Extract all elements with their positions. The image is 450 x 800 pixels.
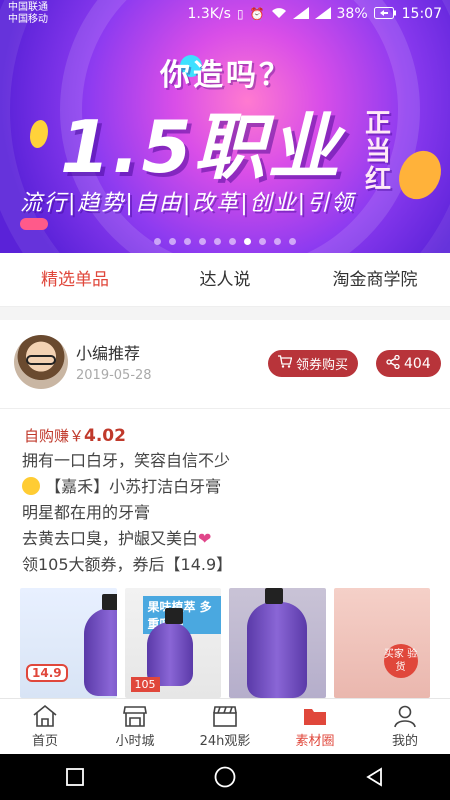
folder-icon [302, 704, 328, 728]
cart-icon [278, 355, 293, 372]
carousel-dot[interactable] [214, 238, 221, 245]
recents-button[interactable] [55, 757, 95, 797]
signal-icon [292, 6, 309, 22]
nav-material-circle[interactable]: 素材圈 [270, 699, 360, 754]
status-bar: 中国联通 中国移动 1.3K/s ▯ ⏰ 38% 15:07 [0, 0, 450, 30]
price-tag: 105 [130, 677, 160, 692]
promo-banner[interactable]: 你造吗？ 1.5职业 正当红 流行|趋势|自由|改革|创业|引领 [0, 0, 450, 253]
carousel-dot[interactable] [184, 238, 191, 245]
alarm-icon: ⏰ [249, 7, 265, 21]
banner-tags: 流行|趋势|自由|改革|创业|引领 [20, 191, 356, 216]
nav-profile[interactable]: 我的 [360, 699, 450, 754]
carousel-dots [0, 238, 450, 245]
nav-label: 素材圈 [295, 734, 335, 749]
buyer-inspection-badge: 买家 验货 [383, 644, 418, 678]
tab-influencer-talk[interactable]: 达人说 [150, 253, 300, 306]
price-badge: 14.9 [26, 664, 68, 682]
coupon-buy-button[interactable]: 领券购买 [268, 350, 359, 377]
toothpaste-bottle [84, 594, 117, 696]
nav-label: 首页 [31, 734, 58, 749]
carrier-info: 中国联通 中国移动 [8, 2, 48, 26]
avatar[interactable] [14, 335, 68, 389]
carrier-2: 中国移动 [8, 14, 48, 25]
carousel-dot[interactable] [274, 238, 281, 245]
shop-icon [122, 704, 148, 728]
clock: 15:07 [401, 6, 442, 22]
carrier-1: 中国联通 [8, 2, 48, 13]
description-line-with-heart: 去黄去口臭，护龈又美白❤ [22, 526, 232, 552]
back-button[interactable] [355, 757, 395, 797]
avatar-glasses [26, 355, 56, 365]
earnings-label: 自购赚￥ [24, 427, 85, 445]
category-tabs: 精选单品 达人说 淘金商学院 [0, 253, 450, 307]
status-indicators: 1.3K/s ▯ ⏰ 38% 15:07 [187, 6, 442, 22]
description-line: 明星都在用的牙膏 [22, 503, 151, 522]
nav-label: 小时城 [115, 734, 155, 749]
carousel-dot[interactable] [259, 238, 266, 245]
post-card: 小编推荐 2019-05-28 领券购买 404 自购赚￥4.02 拥有一口白牙… [0, 320, 450, 698]
description-line: 领105大额券，券后【14.9】 [22, 555, 233, 574]
tab-selected-items[interactable]: 精选单品 [0, 253, 150, 306]
heart-icon: ❤ [198, 529, 212, 548]
earnings-amount: 4.02 [84, 426, 126, 446]
post-description[interactable]: 拥有一口白牙，笑容自信不少 【嘉禾】小苏打洁白牙膏 明星都在用的牙膏 去黄去口臭… [22, 448, 232, 578]
nav-label: 24h观影 [199, 734, 251, 749]
divider [0, 408, 450, 409]
nav-movies[interactable]: 24h观影 [180, 699, 270, 754]
description-line: 【嘉禾】小苏打洁白牙膏 [45, 477, 222, 496]
user-icon [392, 704, 418, 728]
share-count: 404 [404, 355, 431, 372]
carousel-dot[interactable] [229, 238, 236, 245]
signal-icon [314, 6, 331, 22]
self-buy-earnings: 自购赚￥4.02 [24, 425, 126, 446]
product-image-4[interactable]: 买家 验货 [333, 588, 430, 698]
product-image-1[interactable]: 14.9 [20, 588, 117, 698]
battery-icon [373, 6, 396, 22]
clapper-icon [212, 704, 238, 728]
carousel-dot[interactable] [154, 238, 161, 245]
carousel-dot[interactable] [244, 238, 251, 245]
banner-headline: 1.5职业 [60, 105, 342, 189]
description-line: 去黄去口臭，护龈又美白 [22, 529, 199, 548]
share-icon [386, 354, 400, 373]
coupon-buy-label: 领券购买 [296, 358, 349, 373]
carousel-dot[interactable] [169, 238, 176, 245]
nav-label: 我的 [391, 734, 418, 749]
battery-percent: 38% [336, 6, 368, 22]
home-button[interactable] [205, 757, 245, 797]
banner-side-text: 正当红 [364, 109, 391, 195]
nav-home[interactable]: 首页 [0, 699, 90, 754]
network-speed: 1.3K/s [187, 6, 231, 22]
bottom-navigation: 首页 小时城 24h观影 素材圈 我的 [0, 698, 450, 754]
product-image-3[interactable] [229, 588, 326, 698]
tab-business-school[interactable]: 淘金商学院 [300, 253, 450, 306]
image-gallery: 14.9 果味植萃 多重呵护 105 买家 验货 [20, 588, 430, 698]
home-icon [32, 704, 58, 728]
smile-emoji-icon [22, 477, 40, 495]
description-line-with-emoji: 【嘉禾】小苏打洁白牙膏 [22, 474, 232, 500]
carousel-dot[interactable] [289, 238, 296, 245]
system-navigation-bar [0, 754, 450, 800]
nav-hour-city[interactable]: 小时城 [90, 699, 180, 754]
circle-icon [214, 766, 236, 788]
wifi-icon [271, 7, 287, 22]
product-image-2[interactable]: 果味植萃 多重呵护 105 [124, 588, 221, 698]
banner-decoration [20, 218, 48, 230]
author-name: 小编推荐 [76, 344, 141, 363]
description-line: 拥有一口白牙，笑容自信不少 [22, 451, 231, 470]
toothpaste-bottle [247, 588, 307, 698]
share-button[interactable]: 404 [376, 350, 441, 377]
square-icon [66, 768, 84, 786]
back-triangle-icon [366, 767, 382, 787]
post-date: 2019-05-28 [76, 368, 152, 383]
vibrate-icon: ▯ [236, 7, 244, 21]
carousel-dot[interactable] [199, 238, 206, 245]
